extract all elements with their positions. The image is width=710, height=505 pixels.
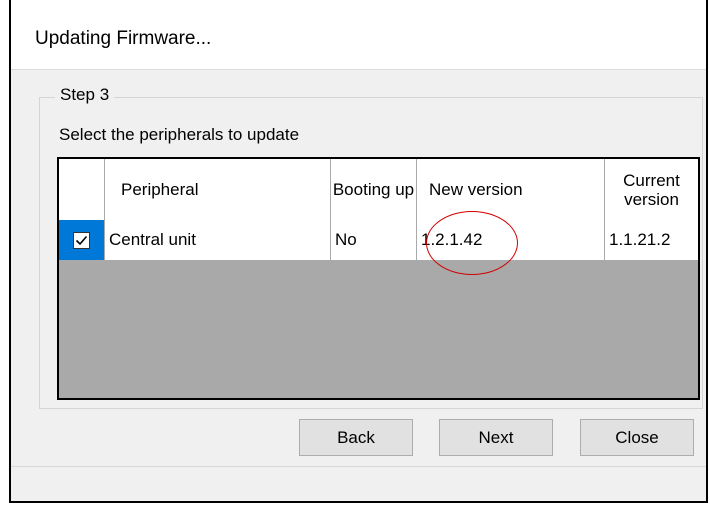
cell-new-version[interactable]: 1.2.1.42	[417, 220, 605, 260]
step-group-title: Step 3	[55, 85, 115, 105]
footer-divider	[11, 466, 706, 467]
title-bar: Updating Firmware...	[11, 0, 706, 70]
column-header-booting-up[interactable]: Booting up	[331, 159, 417, 220]
column-header-peripheral[interactable]: Peripheral	[105, 159, 331, 220]
checkmark-icon	[75, 235, 88, 245]
column-header-select[interactable]	[59, 159, 105, 220]
grid-header: Peripheral Booting up New version Curren…	[59, 159, 698, 221]
next-button[interactable]: Next	[439, 419, 553, 456]
cell-peripheral[interactable]: Central unit	[105, 220, 331, 260]
column-header-new-version[interactable]: New version	[417, 159, 605, 220]
close-button[interactable]: Close	[580, 419, 694, 456]
row-checkbox[interactable]	[73, 231, 90, 249]
window-title: Updating Firmware...	[35, 28, 212, 49]
column-header-current-version[interactable]: Current version	[605, 159, 698, 220]
step-instruction: Select the peripherals to update	[59, 125, 300, 144]
table-row[interactable]: Central unit No 1.2.1.42 1.1.21.2	[59, 220, 698, 261]
cell-current-version[interactable]: 1.1.21.2	[605, 220, 698, 260]
back-button[interactable]: Back	[299, 419, 413, 456]
cell-booting-up[interactable]: No	[331, 220, 417, 260]
peripherals-grid[interactable]: Peripheral Booting up New version Curren…	[57, 157, 700, 400]
row-select-cell[interactable]	[59, 220, 105, 260]
